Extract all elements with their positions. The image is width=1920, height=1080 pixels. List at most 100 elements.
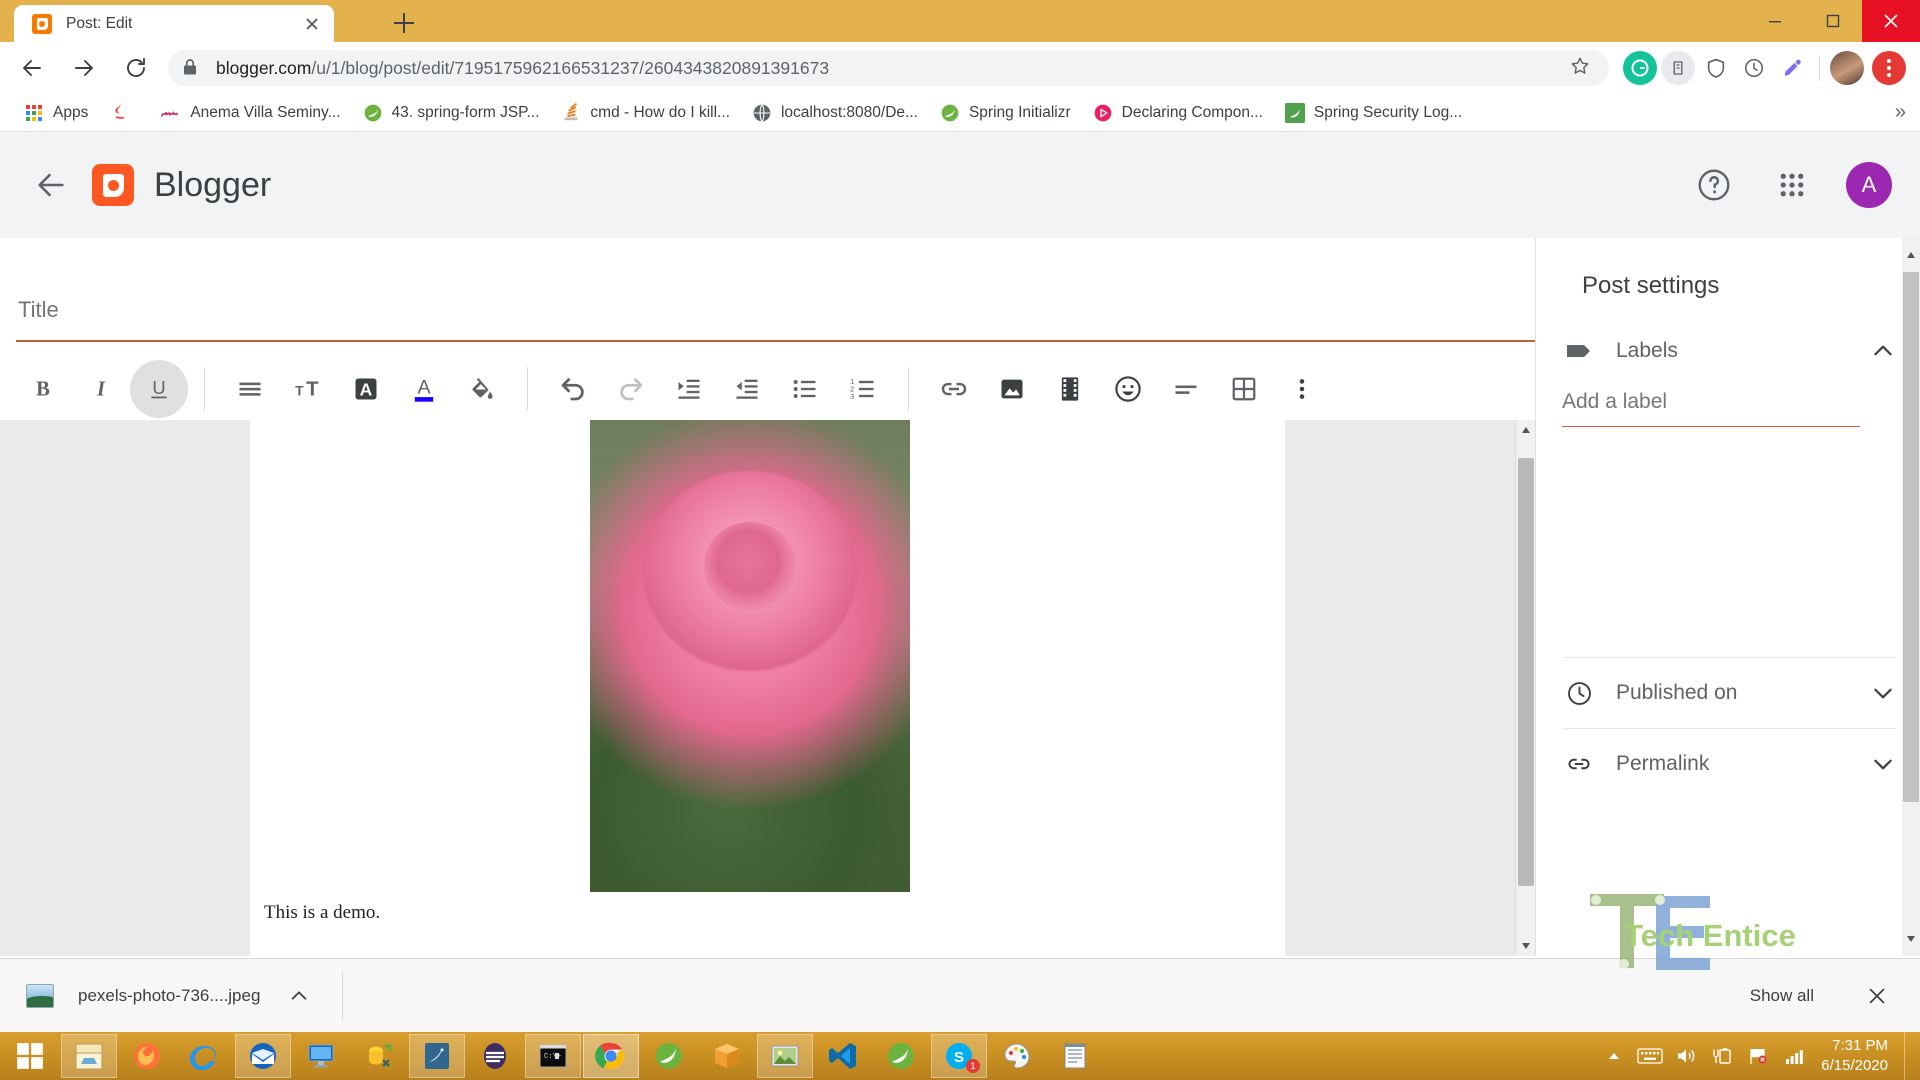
undo-button[interactable] [544,360,602,418]
show-all-downloads-button[interactable]: Show all [1734,977,1830,1015]
bookmark-spring-form-jsp[interactable]: 43. spring-form JSP... [355,99,548,127]
taskbar-photos-app[interactable] [757,1034,813,1078]
google-apps-grid-icon[interactable] [1768,161,1816,209]
taskbar-vs-code[interactable] [815,1034,871,1078]
taskbar-command-prompt[interactable]: C:\> [525,1034,581,1078]
taskbar-clock[interactable]: 7:31 PM 6/15/2020 [1813,1036,1902,1077]
show-desktop-button[interactable] [1904,1032,1914,1080]
paragraph-style-button[interactable] [221,360,279,418]
scroll-up-arrow-icon[interactable] [1516,420,1536,440]
forward-arrow-icon[interactable] [64,48,104,88]
show-hidden-icons-button[interactable] [1597,1034,1631,1078]
battery-icon[interactable] [1705,1034,1739,1078]
decrease-indent-button[interactable] [718,360,776,418]
post-body[interactable]: This is a demo. [250,420,1285,956]
profile-avatar[interactable] [1830,51,1864,85]
text-color-button[interactable]: A [395,360,453,418]
scrollbar-thumb[interactable] [1518,458,1534,886]
bookmark-spring-security-login[interactable]: Spring Security Log... [1277,99,1470,127]
address-bar[interactable]: blogger.com/u/1/blog/post/edit/719517596… [168,50,1609,86]
italic-button[interactable]: I [72,360,130,418]
taskbar-firefox[interactable] [119,1034,175,1078]
bookmark-cmd-stackoverflow[interactable]: cmd - How do I kill... [553,99,738,127]
download-item[interactable]: pexels-photo-736....jpeg [26,968,316,1024]
bookmark-localhost[interactable]: localhost:8080/De... [744,99,926,127]
speaker-icon[interactable] [1669,1034,1703,1078]
signal-bars-icon[interactable] [1777,1034,1811,1078]
bookmark-spring-initializr[interactable]: Spring Initializr [932,99,1079,127]
chevron-down-icon[interactable] [1870,680,1896,706]
bookmark-java[interactable] [102,99,147,127]
flag-icon[interactable] [1741,1034,1775,1078]
settings-section-labels[interactable]: Labels [1560,316,1896,386]
clock-extension-icon[interactable] [1737,51,1771,85]
taskbar-internet-explorer[interactable] [177,1034,233,1078]
scroll-down-arrow-icon[interactable] [1516,936,1536,956]
taskbar-file-explorer[interactable] [61,1034,117,1078]
minimize-button[interactable] [1746,0,1804,42]
taskbar-thunderbird[interactable] [235,1034,291,1078]
taskbar-google-chrome[interactable] [583,1034,639,1078]
adblock-extension-icon[interactable] [1699,51,1733,85]
taskbar-spring-tool-suite[interactable] [641,1034,697,1078]
bookmark-declaring-components[interactable]: Declaring Compon... [1085,99,1271,127]
chevron-up-icon[interactable] [282,979,316,1013]
taskbar-database-tool[interactable] [351,1034,407,1078]
text-background-color-button[interactable]: A [337,360,395,418]
reload-icon[interactable] [116,48,156,88]
scroll-down-arrow-icon[interactable] [1906,930,1916,948]
canvas-scrollbar[interactable] [1515,420,1535,956]
taskbar-notes-app[interactable] [1047,1034,1103,1078]
bookmarks-overflow-button[interactable]: » [1895,101,1906,124]
app-back-arrow-icon[interactable] [28,162,74,208]
colorpicker-extension-icon[interactable] [1775,51,1809,85]
insert-video-button[interactable] [1041,360,1099,418]
help-circle-icon[interactable] [1690,161,1738,209]
maximize-button[interactable] [1804,0,1862,42]
chevron-up-icon[interactable] [1870,338,1896,364]
font-size-button[interactable]: TT [279,360,337,418]
taskbar-package-app[interactable] [699,1034,755,1078]
settings-scrollbar[interactable] [1902,238,1920,956]
keyboard-icon[interactable] [1633,1034,1667,1078]
settings-section-published-on[interactable]: Published on [1560,658,1896,728]
taskbar-remote-desktop[interactable] [293,1034,349,1078]
grammarly-extension-icon[interactable] [1623,51,1657,85]
add-label-input[interactable] [1562,386,1860,427]
post-title-input[interactable] [18,288,1618,332]
extension-2-icon[interactable] [1661,51,1695,85]
chevron-down-icon[interactable] [1870,751,1896,777]
underline-button[interactable]: U [130,360,188,418]
scrollbar-thumb[interactable] [1903,272,1919,802]
close-shelf-icon[interactable] [1860,979,1894,1013]
windows-start-icon[interactable] [0,1032,60,1080]
taskbar-spring-tools[interactable] [873,1034,929,1078]
settings-section-permalink[interactable]: Permalink [1560,729,1896,799]
numbered-list-button[interactable]: 123 [834,360,892,418]
close-window-button[interactable] [1862,0,1920,42]
close-icon[interactable] [300,12,324,36]
insert-image-button[interactable] [983,360,1041,418]
back-arrow-icon[interactable] [12,48,52,88]
taskbar-mysql-workbench[interactable] [409,1034,465,1078]
scroll-up-arrow-icon[interactable] [1906,246,1916,264]
chrome-menu-button[interactable] [1872,51,1906,85]
bold-button[interactable]: B [14,360,72,418]
taskbar-eclipse[interactable] [467,1034,523,1078]
taskbar-skype[interactable]: S 1 [931,1034,987,1078]
increase-indent-button[interactable] [660,360,718,418]
insert-jump-break-button[interactable] [1157,360,1215,418]
bookmark-anema-villa[interactable]: Anema Villa Seminy... [153,99,348,127]
bulleted-list-button[interactable] [776,360,834,418]
redo-button[interactable] [602,360,660,418]
insert-table-button[interactable] [1215,360,1273,418]
insert-emoji-button[interactable] [1099,360,1157,418]
paint-bucket-icon[interactable] [453,360,511,418]
more-options-button[interactable] [1273,360,1331,418]
browser-tab[interactable]: Post: Edit [14,5,334,42]
bookmark-star-icon[interactable] [1569,55,1595,81]
insert-link-button[interactable] [925,360,983,418]
bookmark-apps[interactable]: Apps [16,99,96,127]
account-avatar[interactable]: A [1846,162,1892,208]
new-tab-button[interactable] [390,9,418,37]
